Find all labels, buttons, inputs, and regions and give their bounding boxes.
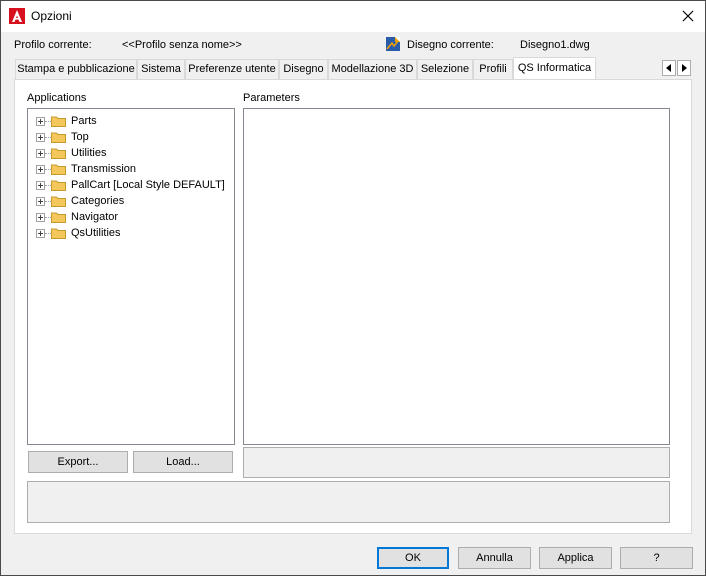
expand-plus-icon[interactable]: [36, 228, 45, 238]
tree-item[interactable]: Categories: [36, 193, 124, 209]
expand-plus-icon[interactable]: [36, 212, 45, 222]
tree-item[interactable]: QsUtilities: [36, 225, 121, 241]
expand-plus-icon[interactable]: [36, 132, 45, 142]
close-button[interactable]: [671, 1, 705, 32]
folder-icon: [51, 180, 66, 191]
export-button[interactable]: Export...: [28, 451, 128, 473]
folder-icon: [51, 228, 66, 239]
profile-label: Profilo corrente:: [14, 39, 92, 51]
profile-value: <<Profilo senza nome>>: [122, 39, 242, 51]
tab-scroll-left-button[interactable]: [662, 60, 676, 76]
folder-icon: [51, 132, 66, 143]
drawing-icon: [386, 37, 400, 51]
cancel-button[interactable]: Annulla: [458, 547, 531, 569]
tree-item-label: Categories: [71, 195, 125, 207]
tree-item[interactable]: Transmission: [36, 161, 136, 177]
load-button[interactable]: Load...: [133, 451, 233, 473]
tab-sistema[interactable]: Sistema: [137, 59, 185, 79]
drawing-value: Disegno1.dwg: [520, 39, 590, 51]
folder-icon: [51, 212, 66, 223]
tree-item[interactable]: Navigator: [36, 209, 118, 225]
expand-plus-icon[interactable]: [36, 180, 45, 190]
help-button[interactable]: ?: [620, 547, 693, 569]
tree-item-label: QsUtilities: [71, 227, 121, 239]
tab-profili[interactable]: Profili: [473, 59, 513, 79]
parameters-panel[interactable]: [243, 108, 670, 445]
folder-icon: [51, 148, 66, 159]
tree-item-label: Top: [71, 131, 89, 143]
tab-selezione[interactable]: Selezione: [417, 59, 473, 79]
tree-item-label: Transmission: [71, 163, 136, 175]
tree-item[interactable]: Utilities: [36, 145, 106, 161]
autocad-logo-icon: [9, 8, 25, 24]
apply-button[interactable]: Applica: [539, 547, 612, 569]
expand-plus-icon[interactable]: [36, 164, 45, 174]
tab-modellazione-3d[interactable]: Modellazione 3D: [328, 59, 417, 79]
applications-tree[interactable]: Parts Top Utilities Transmission PallCart [L…: [27, 108, 235, 445]
close-icon: [682, 10, 694, 22]
expand-plus-icon[interactable]: [36, 148, 45, 158]
parameters-label: Parameters: [243, 92, 300, 104]
tab-preferenze-utente[interactable]: Preferenze utente: [185, 59, 279, 79]
tree-item[interactable]: PallCart [Local Style DEFAULT]: [36, 177, 225, 193]
tab-scroll-right-button[interactable]: [677, 60, 691, 76]
options-dialog: Opzioni Profilo corrente: <<Profilo senz…: [0, 0, 706, 576]
tree-item-label: Navigator: [71, 211, 119, 223]
folder-icon: [51, 164, 66, 175]
ok-button[interactable]: OK: [377, 547, 449, 569]
tree-item-label: Parts: [71, 115, 97, 127]
tree-item[interactable]: Top: [36, 129, 89, 145]
expand-plus-icon[interactable]: [36, 116, 45, 126]
description-box: [27, 481, 670, 523]
expand-plus-icon[interactable]: [36, 196, 45, 206]
tab-qs-informatica[interactable]: QS Informatica: [513, 57, 596, 79]
tree-item-label: PallCart [Local Style DEFAULT]: [71, 179, 225, 191]
arrow-left-icon: [666, 64, 671, 72]
folder-icon: [51, 116, 66, 127]
folder-icon: [51, 196, 66, 207]
tab-disegno[interactable]: Disegno: [279, 59, 328, 79]
tab-stampa-e-pubblicazione[interactable]: Stampa e pubblicazione: [15, 59, 137, 79]
arrow-right-icon: [682, 64, 687, 72]
parameter-status-box: [243, 447, 670, 478]
window-title: Opzioni: [31, 9, 72, 23]
drawing-label: Disegno corrente:: [407, 39, 494, 51]
applications-label: Applications: [27, 92, 87, 104]
title-bar[interactable]: Opzioni: [1, 1, 705, 32]
tree-item[interactable]: Parts: [36, 113, 97, 129]
tab-page-qs-informatica: Applications Parameters Parts Top Utilitie…: [14, 79, 692, 534]
tree-item-label: Utilities: [71, 147, 107, 159]
